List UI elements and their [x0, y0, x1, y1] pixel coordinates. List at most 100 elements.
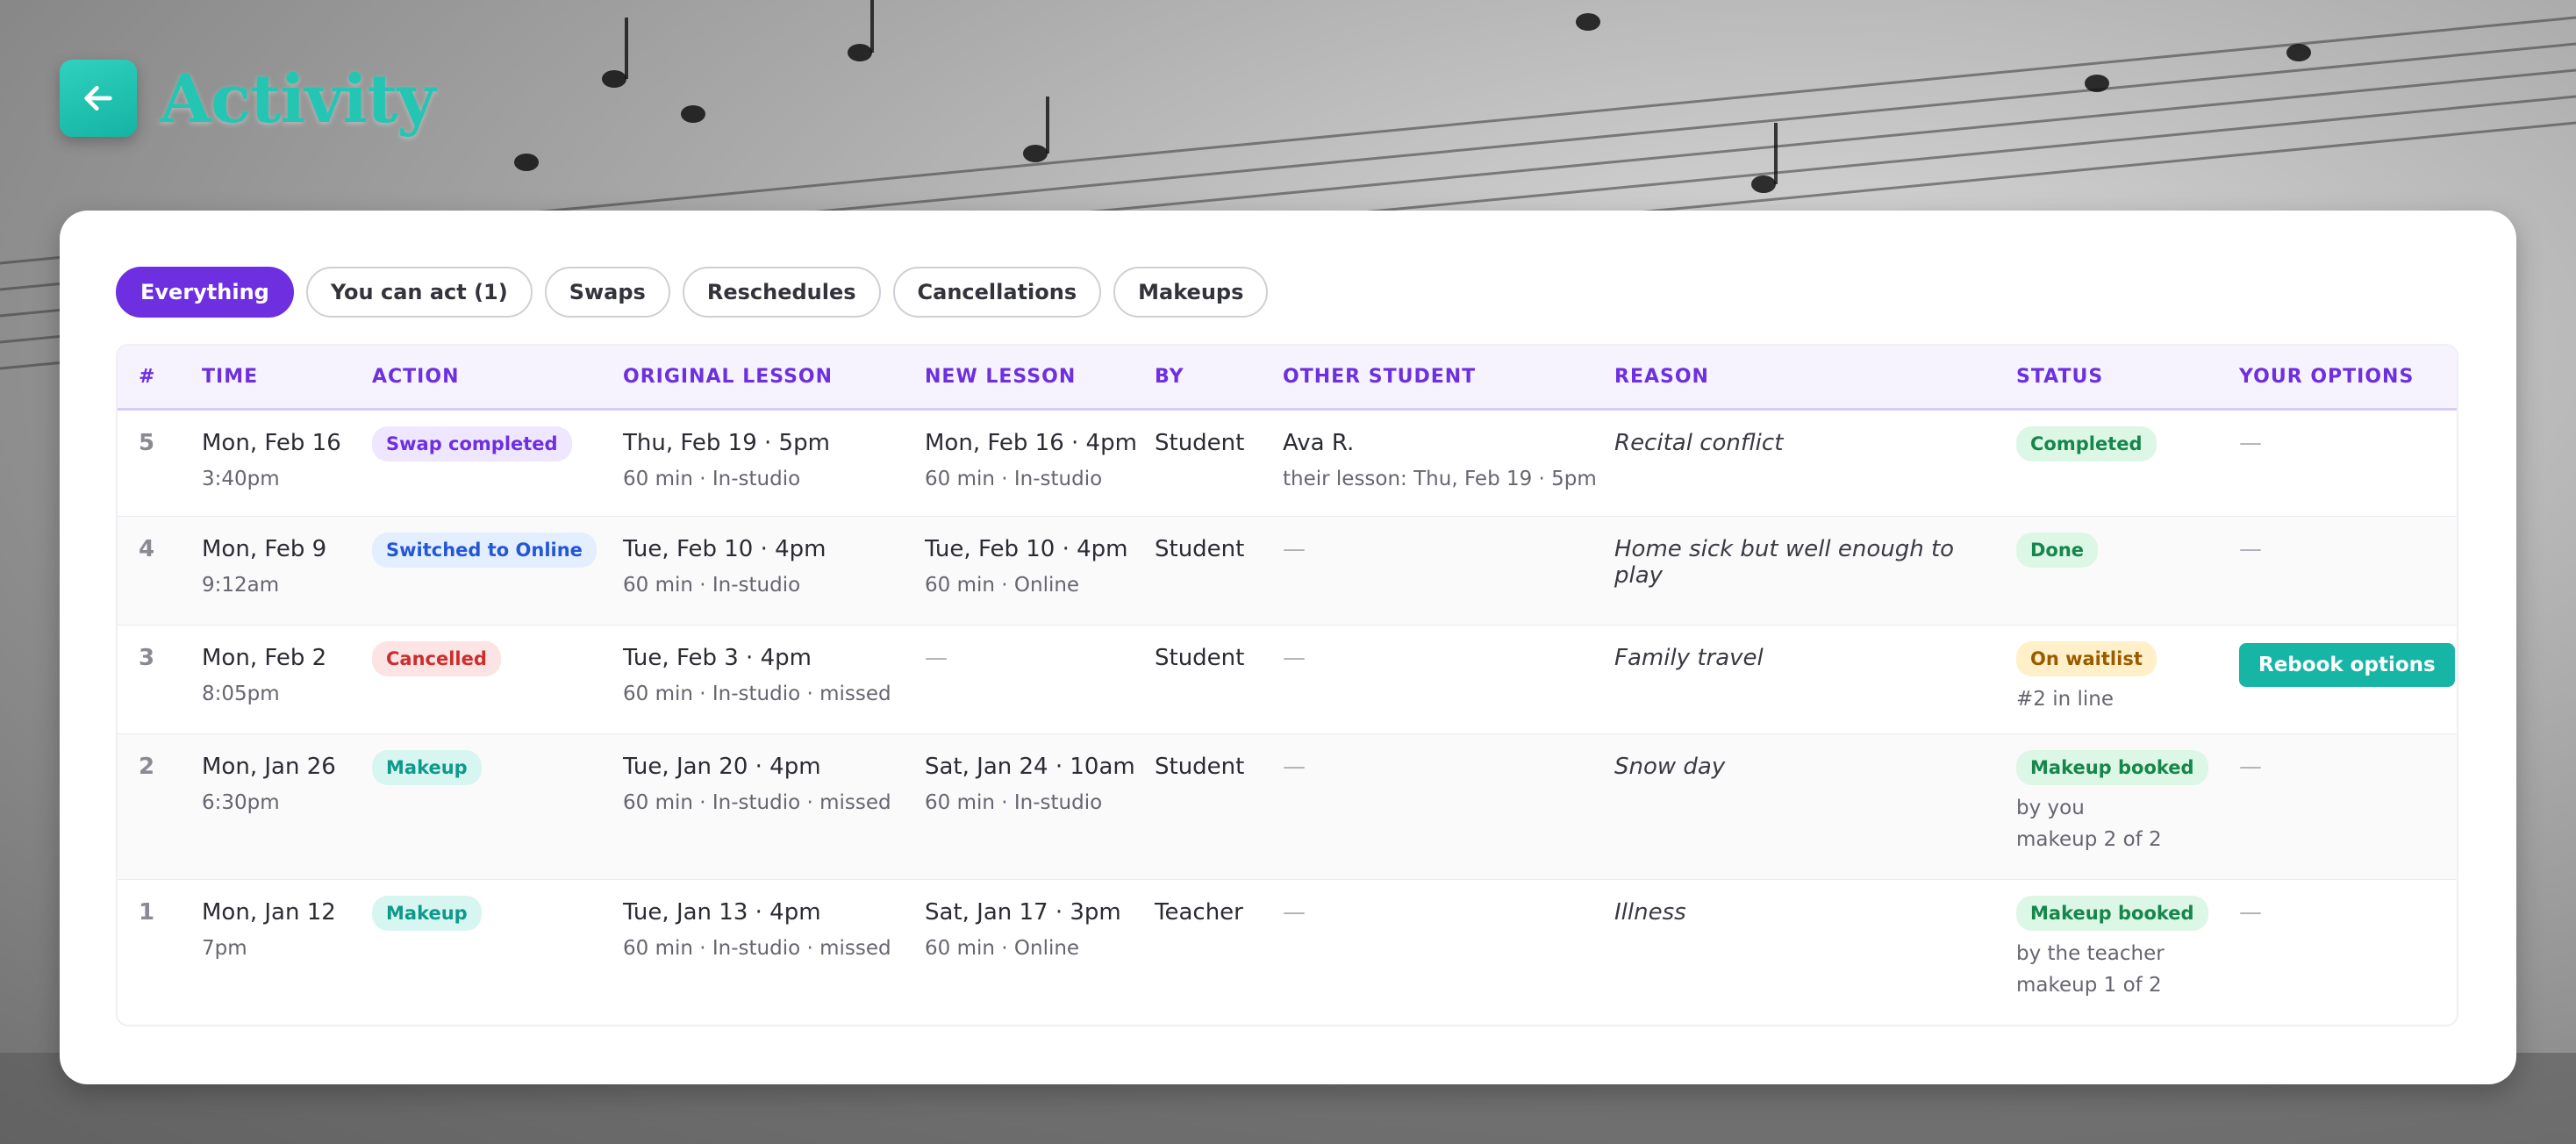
column-header-your-options[interactable]: YOUR OPTIONS [2229, 346, 2457, 409]
filter-chip-reschedules[interactable]: Reschedules [682, 267, 881, 318]
original-lesson-sub: 60 min · In-studio · missed [623, 936, 891, 960]
other-student-cell: — [1283, 753, 1306, 780]
status-badge: Done [2016, 532, 2099, 568]
time-clock: 6:30pm [202, 790, 280, 814]
original-lesson-sub: 60 min · In-studio [623, 467, 801, 490]
original-lesson-main: Thu, Feb 19 · 5pm [623, 429, 830, 456]
new-lesson-sub: 60 min · In-studio [925, 467, 1103, 490]
table-row: 5 Mon, Feb 16 3:40pm Swap completed Thu,… [118, 409, 2457, 516]
column-header-new-lesson[interactable]: NEW LESSON [914, 346, 1144, 409]
options-cell: Rebook options [2229, 625, 2457, 733]
time-cell: Mon, Feb 16 3:40pm [191, 409, 361, 516]
by-cell: Student [1155, 753, 1245, 780]
time-date: Mon, Jan 12 [202, 898, 336, 926]
options-cell: — [2239, 429, 2262, 456]
table-row: 4 Mon, Feb 9 9:12am Switched to Online T… [118, 516, 2457, 625]
other-student-name: Ava R. [1283, 429, 1355, 456]
time-date: Mon, Jan 26 [202, 753, 336, 780]
new-lesson-cell: Sat, Jan 24 · 10am 60 min · In-studio [914, 733, 1144, 879]
row-number: 5 [139, 429, 155, 456]
action-cell: Switched to Online [361, 516, 612, 625]
action-cell: Cancelled [361, 625, 612, 733]
status-badge: On waitlist [2016, 640, 2157, 676]
new-lesson-main: Sat, Jan 17 · 3pm [925, 898, 1121, 926]
options-cell: — [2239, 753, 2262, 780]
new-lesson-main: Tue, Feb 10 · 4pm [925, 535, 1128, 562]
filter-chip-cancellations[interactable]: Cancellations [892, 267, 1102, 318]
column-header-number[interactable]: # [118, 346, 191, 409]
new-lesson-sub: 60 min · Online [925, 573, 1080, 597]
action-cell: Swap completed [361, 409, 612, 516]
time-cell: Mon, Feb 9 9:12am [191, 516, 361, 625]
column-header-by[interactable]: BY [1144, 346, 1272, 409]
column-header-other-student[interactable]: OTHER STUDENT [1272, 346, 1604, 409]
new-lesson-main: Mon, Feb 16 · 4pm [925, 429, 1137, 456]
original-lesson-sub: 60 min · In-studio [623, 573, 801, 597]
time-date: Mon, Feb 9 [202, 535, 327, 562]
time-cell: Mon, Jan 26 6:30pm [191, 733, 361, 879]
action-badge: Makeup [372, 895, 482, 931]
original-lesson-main: Tue, Jan 20 · 4pm [623, 753, 821, 780]
new-lesson-sub: 60 min · Online [925, 936, 1080, 960]
filter-chips: Everything You can act (1) Swaps Resched… [116, 267, 1269, 318]
original-lesson-cell: Tue, Jan 20 · 4pm 60 min · In-studio · m… [612, 733, 914, 879]
column-header-reason[interactable]: REASON [1604, 346, 2006, 409]
page-header: Activity [60, 59, 436, 138]
original-lesson-sub: 60 min · In-studio · missed [623, 682, 891, 705]
other-student-cell: — [1283, 898, 1306, 926]
row-number: 3 [139, 644, 155, 671]
row-number: 4 [139, 535, 155, 562]
reason-cell: Recital conflict [1614, 429, 1784, 456]
column-header-time[interactable]: TIME [191, 346, 361, 409]
table-row: 1 Mon, Jan 12 7pm Makeup Tue, Jan 13 · 4… [118, 879, 2457, 1023]
waitlist-position: #2 in line [2016, 687, 2114, 711]
by-cell: Teacher [1155, 898, 1243, 926]
new-lesson-cell: Sat, Jan 17 · 3pm 60 min · Online [914, 879, 1144, 1023]
new-lesson-main: Sat, Jan 24 · 10am [925, 753, 1135, 780]
action-badge: Swap completed [372, 425, 572, 461]
time-cell: Mon, Feb 2 8:05pm [191, 625, 361, 733]
column-header-action[interactable]: ACTION [361, 346, 612, 409]
action-cell: Makeup [361, 733, 612, 879]
action-badge: Makeup [372, 749, 482, 785]
time-date: Mon, Feb 2 [202, 644, 327, 671]
page-title: Activity [160, 59, 436, 138]
options-cell: — [2239, 535, 2262, 562]
column-header-original-lesson[interactable]: ORIGINAL LESSON [612, 346, 914, 409]
original-lesson-cell: Tue, Feb 3 · 4pm 60 min · In-studio · mi… [612, 625, 914, 733]
new-lesson-cell: — [925, 644, 948, 671]
rebook-options-button[interactable]: Rebook options [2239, 642, 2455, 687]
status-cell: On waitlist #2 in line [2006, 625, 2229, 733]
filter-chip-makeups[interactable]: Makeups [1113, 267, 1269, 318]
filter-chip-everything[interactable]: Everything [116, 267, 294, 318]
status-badge: Completed [2016, 425, 2157, 461]
filter-chip-you-can-act[interactable]: You can act (1) [305, 267, 533, 318]
original-lesson-main: Tue, Jan 13 · 4pm [623, 898, 821, 926]
table-row: 2 Mon, Jan 26 6:30pm Makeup Tue, Jan 20 … [118, 733, 2457, 879]
other-student-cell: Ava R. their lesson: Thu, Feb 19 · 5pm [1272, 409, 1604, 516]
action-badge: Cancelled [372, 640, 501, 676]
column-header-status[interactable]: STATUS [2006, 346, 2229, 409]
activity-card: Everything You can act (1) Swaps Resched… [60, 211, 2516, 1084]
table-header-row: # TIME ACTION ORIGINAL LESSON NEW LESSON… [118, 346, 2457, 409]
original-lesson-main: Tue, Feb 3 · 4pm [623, 644, 812, 671]
status-cell: Done [2006, 516, 2229, 625]
status-cell: Makeup booked by the teacher makeup 1 of… [2006, 879, 2229, 1023]
action-cell: Makeup [361, 879, 612, 1023]
reason-cell: Family travel [1614, 644, 1764, 671]
by-cell: Student [1155, 429, 1245, 456]
time-date: Mon, Feb 16 [202, 429, 341, 456]
activity-table: # TIME ACTION ORIGINAL LESSON NEW LESSON… [116, 344, 2458, 1026]
original-lesson-cell: Tue, Feb 10 · 4pm 60 min · In-studio [612, 516, 914, 625]
status-detail-count: makeup 1 of 2 [2016, 973, 2162, 997]
status-badge: Makeup booked [2016, 749, 2208, 785]
reason-cell: Snow day [1614, 753, 1726, 780]
back-button[interactable] [60, 60, 137, 137]
arrow-left-icon [84, 86, 112, 111]
filter-chip-swaps[interactable]: Swaps [544, 267, 670, 318]
time-clock: 9:12am [202, 573, 280, 597]
by-cell: Student [1155, 644, 1245, 671]
new-lesson-cell: Tue, Feb 10 · 4pm 60 min · Online [914, 516, 1144, 625]
by-cell: Student [1155, 535, 1245, 562]
new-lesson-sub: 60 min · In-studio [925, 790, 1103, 814]
